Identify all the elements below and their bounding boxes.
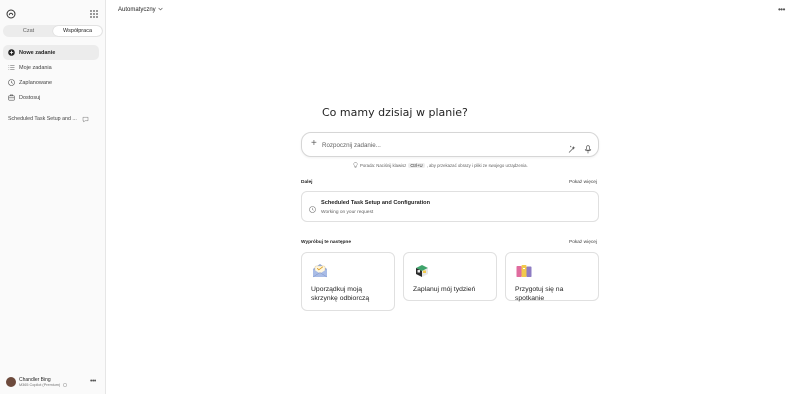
tip-text: Porada: Naciśnij klawisz Ctrl+U , aby pr… <box>353 162 528 168</box>
new-task-icon <box>8 49 15 56</box>
page-title: Co mamy dzisiaj w planie? <box>300 106 468 119</box>
user-plan: M365 Copilot (Premium) <box>19 382 68 388</box>
tab-collaboration[interactable]: Współpraca <box>53 26 102 36</box>
page-more-options-icon[interactable]: ••• <box>778 5 785 14</box>
lightbulb-icon <box>353 162 358 168</box>
suggestion-card-inbox[interactable]: Uporządkuj moją skrzynkę odbiorczą <box>301 252 395 311</box>
prompt-box: + <box>301 132 599 157</box>
list-icon <box>8 64 15 71</box>
sidebar-nav: Nowe zadanie Moje zadania Zaplanowane Do… <box>3 45 99 105</box>
sidebar-item-scheduled[interactable]: Zaplanowane <box>3 75 99 90</box>
tip-after: , aby przekazać obrazy i pliki ze swojeg… <box>426 162 528 168</box>
inbox-envelope-icon <box>311 263 329 279</box>
suggestion-card-plan-week[interactable]: Zaplanuj mój tydzień <box>403 252 497 301</box>
tab-chat[interactable]: Czat <box>4 26 53 36</box>
tip-before: Porada: Naciśnij klawisz <box>360 162 407 168</box>
task-card[interactable]: Scheduled Task Setup and Configuration W… <box>301 191 599 222</box>
copilot-logo-icon[interactable] <box>6 6 16 19</box>
suggestion-label: Uporządkuj moją skrzynkę odbiorczą <box>311 286 370 302</box>
sidebar-item-new-task[interactable]: Nowe zadanie <box>3 45 99 60</box>
sidebar-item-label: Dostosuj <box>19 94 41 101</box>
suggestion-label: Przygotuj się na spotkanie <box>515 286 564 302</box>
user-plan-label: M365 Copilot (Premium) <box>19 382 61 387</box>
task-card-status: Working on your request <box>321 210 374 215</box>
sidebar-item-label: Nowe zadanie <box>19 49 56 56</box>
sidebar-item-label: Moje zadania <box>19 64 52 71</box>
sidebar: Czat Współpraca Nowe zadanie Moje zadani… <box>0 0 106 394</box>
microphone-icon[interactable] <box>584 141 592 154</box>
avatar[interactable] <box>6 377 16 387</box>
next-show-more-link[interactable]: Pokaż więcej <box>569 180 597 185</box>
sidebar-item-label: Zaplanowane <box>19 79 53 86</box>
meeting-folders-icon <box>515 263 533 279</box>
clock-icon <box>8 79 15 86</box>
more-options-icon[interactable]: ••• <box>90 378 96 385</box>
task-card-title: Scheduled Task Setup and Configuration <box>321 200 430 206</box>
chat-bubble-icon <box>82 116 89 123</box>
model-selector[interactable]: Automatyczny <box>118 7 163 13</box>
mode-toggle: Czat Współpraca <box>3 25 103 37</box>
sidebar-item-customize[interactable]: Dostosuj <box>3 90 99 105</box>
app-launcher-icon[interactable] <box>89 6 99 18</box>
calendar-blocks-icon <box>413 263 431 279</box>
sidebar-recent-task[interactable]: Scheduled Task Setup and ... <box>3 113 99 125</box>
tip-shortcut-key: Ctrl+U <box>408 162 425 168</box>
info-icon <box>63 383 68 387</box>
suggestion-card-meeting[interactable]: Przygotuj się na spotkanie <box>505 252 599 302</box>
customize-icon <box>8 94 15 101</box>
task-status-icon <box>309 200 316 213</box>
model-selector-label: Automatyczny <box>118 7 156 13</box>
task-input[interactable] <box>322 140 542 150</box>
chevron-down-icon <box>158 7 163 13</box>
sidebar-item-my-tasks[interactable]: Moje zadania <box>3 60 99 75</box>
suggestion-label: Zaplanuj mój tydzień <box>413 286 476 293</box>
recent-task-label: Scheduled Task Setup and ... <box>8 116 77 122</box>
try-section-label: Wypróbuj te następne <box>301 240 352 245</box>
greeting-text: Co mamy dzisiaj w planie? <box>322 106 468 119</box>
user-profile[interactable]: Chandler Bing M365 Copilot (Premium) ••• <box>6 375 102 389</box>
add-attachment-icon[interactable]: + <box>311 139 317 149</box>
next-section-label: Dalej <box>301 180 313 185</box>
tools-icon[interactable] <box>568 141 577 153</box>
try-show-more-link[interactable]: Pokaż więcej <box>569 240 597 245</box>
